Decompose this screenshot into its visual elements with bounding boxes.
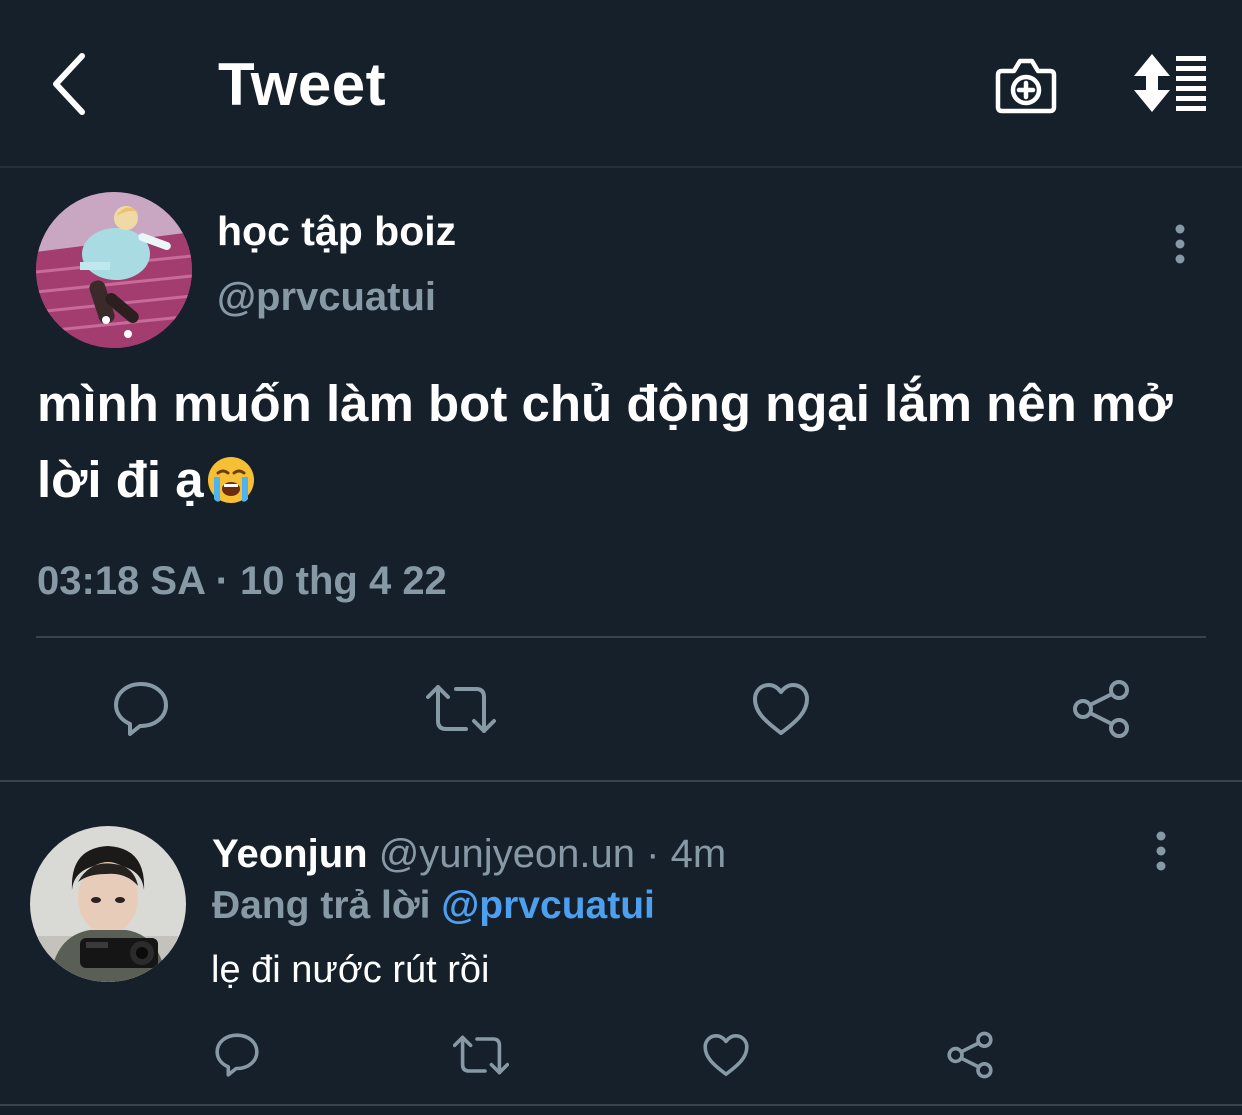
reply-author-meta: @yunjyeon.un · 4m <box>378 832 727 876</box>
camera-button[interactable] <box>990 50 1062 120</box>
author-handle[interactable]: @prvcuatui <box>217 272 436 322</box>
like-icon <box>703 1034 749 1076</box>
avatar[interactable] <box>36 192 192 348</box>
reply-icon <box>114 682 168 736</box>
reply-text: lẹ đi nước rút rồi <box>211 949 490 991</box>
page-title: Tweet <box>218 51 387 118</box>
avatar-image <box>36 192 192 348</box>
reply-retweet-button[interactable] <box>452 1030 510 1080</box>
more-options-button[interactable] <box>1162 222 1198 266</box>
reply-reply-button[interactable] <box>212 1030 262 1080</box>
share-button[interactable] <box>1068 676 1134 742</box>
more-vertical-icon <box>1156 831 1166 871</box>
back-button[interactable] <box>36 48 100 120</box>
top-bar: Tweet <box>0 0 1242 168</box>
reply-share-button[interactable] <box>944 1030 996 1080</box>
like-icon <box>753 683 809 735</box>
retweet-icon <box>453 1035 509 1075</box>
camera-plus-icon <box>995 58 1057 114</box>
sort-icon <box>1134 54 1206 112</box>
tweet-timestamp[interactable]: 03:18 SA · 10 thg 4 22 <box>37 556 447 606</box>
loudly-crying-face-icon <box>206 450 256 526</box>
reply-icon <box>215 1033 259 1077</box>
replying-to-handle-link[interactable]: @prvcuatui <box>441 884 655 927</box>
replying-to-label: Đang trả lời <box>212 884 431 927</box>
tweet-text: mình muốn làm bot chủ động ngại lắm nên … <box>37 366 1207 526</box>
divider <box>36 636 1206 638</box>
replying-to: Đang trả lời @prvcuatui <box>212 882 655 930</box>
chevron-left-icon <box>53 53 85 115</box>
author-name[interactable]: học tập boiz <box>217 206 456 256</box>
reply-avatar-image <box>30 826 186 982</box>
like-button[interactable] <box>748 676 814 742</box>
reply-more-options-button[interactable] <box>1144 828 1178 874</box>
reply-avatar[interactable] <box>30 826 186 982</box>
reply-header: Yeonjun @yunjyeon.un · 4m <box>212 830 726 878</box>
share-icon <box>1073 680 1129 738</box>
retweet-button[interactable] <box>424 676 498 742</box>
reply-like-button[interactable] <box>700 1030 752 1080</box>
reply-tweet[interactable]: Yeonjun @yunjyeon.un · 4m Đang trả lời @… <box>0 784 1242 1106</box>
more-vertical-icon <box>1175 224 1185 264</box>
reply-button[interactable] <box>108 676 174 742</box>
share-icon <box>947 1031 993 1079</box>
sort-button[interactable] <box>1128 50 1212 116</box>
reply-author-name[interactable]: Yeonjun <box>212 832 368 876</box>
retweet-icon <box>426 685 496 733</box>
main-tweet: học tập boiz @prvcuatui mình muốn làm bo… <box>0 170 1242 782</box>
